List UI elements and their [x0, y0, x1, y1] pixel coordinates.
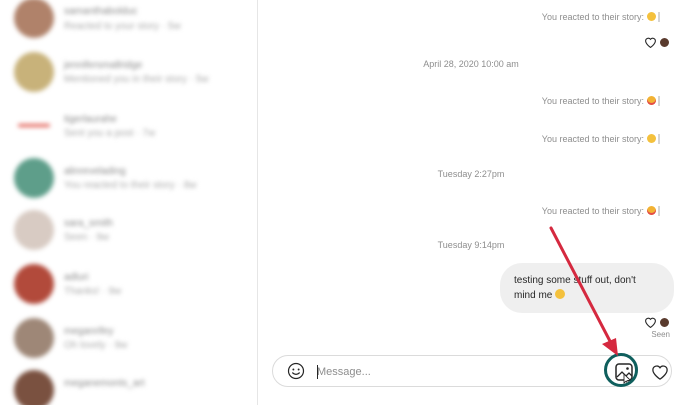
- avatar: [659, 36, 670, 48]
- instagram-direct-app: samanthabolduc Reacted to your story · 5…: [0, 0, 684, 405]
- avatar: [659, 316, 670, 328]
- conversation-preview: You reacted to their story · 8w: [64, 180, 197, 191]
- message-likes: [644, 36, 670, 48]
- conversation-preview: Thanks! · 9w: [64, 286, 122, 297]
- avatar: [14, 210, 54, 250]
- laugh-emoji-icon: [647, 12, 656, 21]
- conversation-preview: Sent you a post · 7w: [64, 128, 156, 139]
- conversation-preview: Oh lovely · 9w: [64, 340, 128, 351]
- avatar: [14, 106, 54, 146]
- reply-indicator: [658, 206, 660, 216]
- text-caret: [317, 365, 318, 379]
- avatar: [14, 52, 54, 92]
- heart-eyes-emoji-icon: [647, 96, 656, 105]
- story-reaction: You reacted to their story:: [542, 12, 656, 22]
- heart-icon[interactable]: [651, 363, 669, 381]
- message-text: testing some stuff out, don't mind me: [514, 275, 636, 301]
- message-likes: [644, 316, 670, 328]
- conversation-name: adluri: [64, 272, 89, 283]
- reply-indicator: [658, 96, 660, 106]
- avatar: [14, 0, 54, 38]
- story-reaction-text: You reacted to their story:: [541, 134, 644, 144]
- conversation-preview: Reacted to your story · 5w: [64, 21, 181, 32]
- outgoing-message-bubble[interactable]: testing some stuff out, don't mind me: [500, 263, 674, 313]
- conversation-name: tigerlaurahe: [64, 114, 117, 125]
- seen-status: Seen: [651, 330, 670, 339]
- story-reaction-text: You reacted to their story:: [541, 12, 644, 22]
- conversation-name: meganemonts_art: [64, 378, 145, 389]
- conversation-name: meganrifey: [64, 326, 114, 337]
- conversation-item[interactable]: samanthabolduc Reacted to your story · 5…: [0, 0, 257, 52]
- conversation-item[interactable]: meganrifey Oh lovely · 9w: [0, 318, 257, 370]
- conversation-item[interactable]: meganemonts_art: [0, 370, 257, 405]
- laugh-emoji-icon: [555, 289, 566, 299]
- avatar: [14, 158, 54, 198]
- conversation-item[interactable]: tigerlaurahe Sent you a post · 7w: [0, 106, 257, 158]
- message-input[interactable]: [317, 362, 557, 382]
- highlight-circle: [604, 353, 638, 387]
- story-reaction: You reacted to their story:: [542, 134, 656, 144]
- story-reaction: You reacted to their story:: [542, 206, 656, 216]
- conversation-item[interactable]: alinrevelading You reacted to their stor…: [0, 158, 257, 210]
- heart-eyes-emoji-icon: [647, 206, 656, 215]
- smiley-icon[interactable]: [287, 362, 305, 380]
- story-reaction-text: You reacted to their story:: [541, 206, 644, 216]
- story-reaction-text: You reacted to their story:: [541, 96, 644, 106]
- heart-icon[interactable]: [644, 36, 657, 48]
- conversation-item[interactable]: jennifersmallridge Mentioned you in thei…: [0, 52, 257, 104]
- laugh-emoji-icon: [647, 134, 656, 143]
- avatar: [14, 264, 54, 304]
- timestamp: Tuesday 2:27pm: [437, 169, 505, 179]
- conversation-name: alinrevelading: [64, 166, 126, 177]
- timestamp: Tuesday 9:14pm: [437, 240, 505, 250]
- chat-thread: You reacted to their story: April 28, 20…: [258, 0, 684, 405]
- conversation-name: jennifersmallridge: [64, 60, 143, 71]
- conversation-name: sara_smith: [64, 218, 113, 229]
- conversation-preview: Mentioned you in their story · 5w: [64, 74, 209, 85]
- avatar: [14, 318, 54, 358]
- avatar: [14, 370, 54, 405]
- heart-icon[interactable]: [644, 316, 657, 328]
- story-reaction: You reacted to their story:: [542, 96, 656, 106]
- reply-indicator: [658, 134, 660, 144]
- conversation-name: samanthabolduc: [64, 6, 138, 17]
- conversation-preview: Seen · 9w: [64, 232, 110, 243]
- timestamp: April 28, 2020 10:00 am: [423, 59, 519, 69]
- conversation-item[interactable]: adluri Thanks! · 9w: [0, 264, 257, 316]
- conversation-list: samanthabolduc Reacted to your story · 5…: [0, 0, 258, 405]
- reply-indicator: [658, 12, 660, 22]
- conversation-item[interactable]: sara_smith Seen · 9w: [0, 210, 257, 262]
